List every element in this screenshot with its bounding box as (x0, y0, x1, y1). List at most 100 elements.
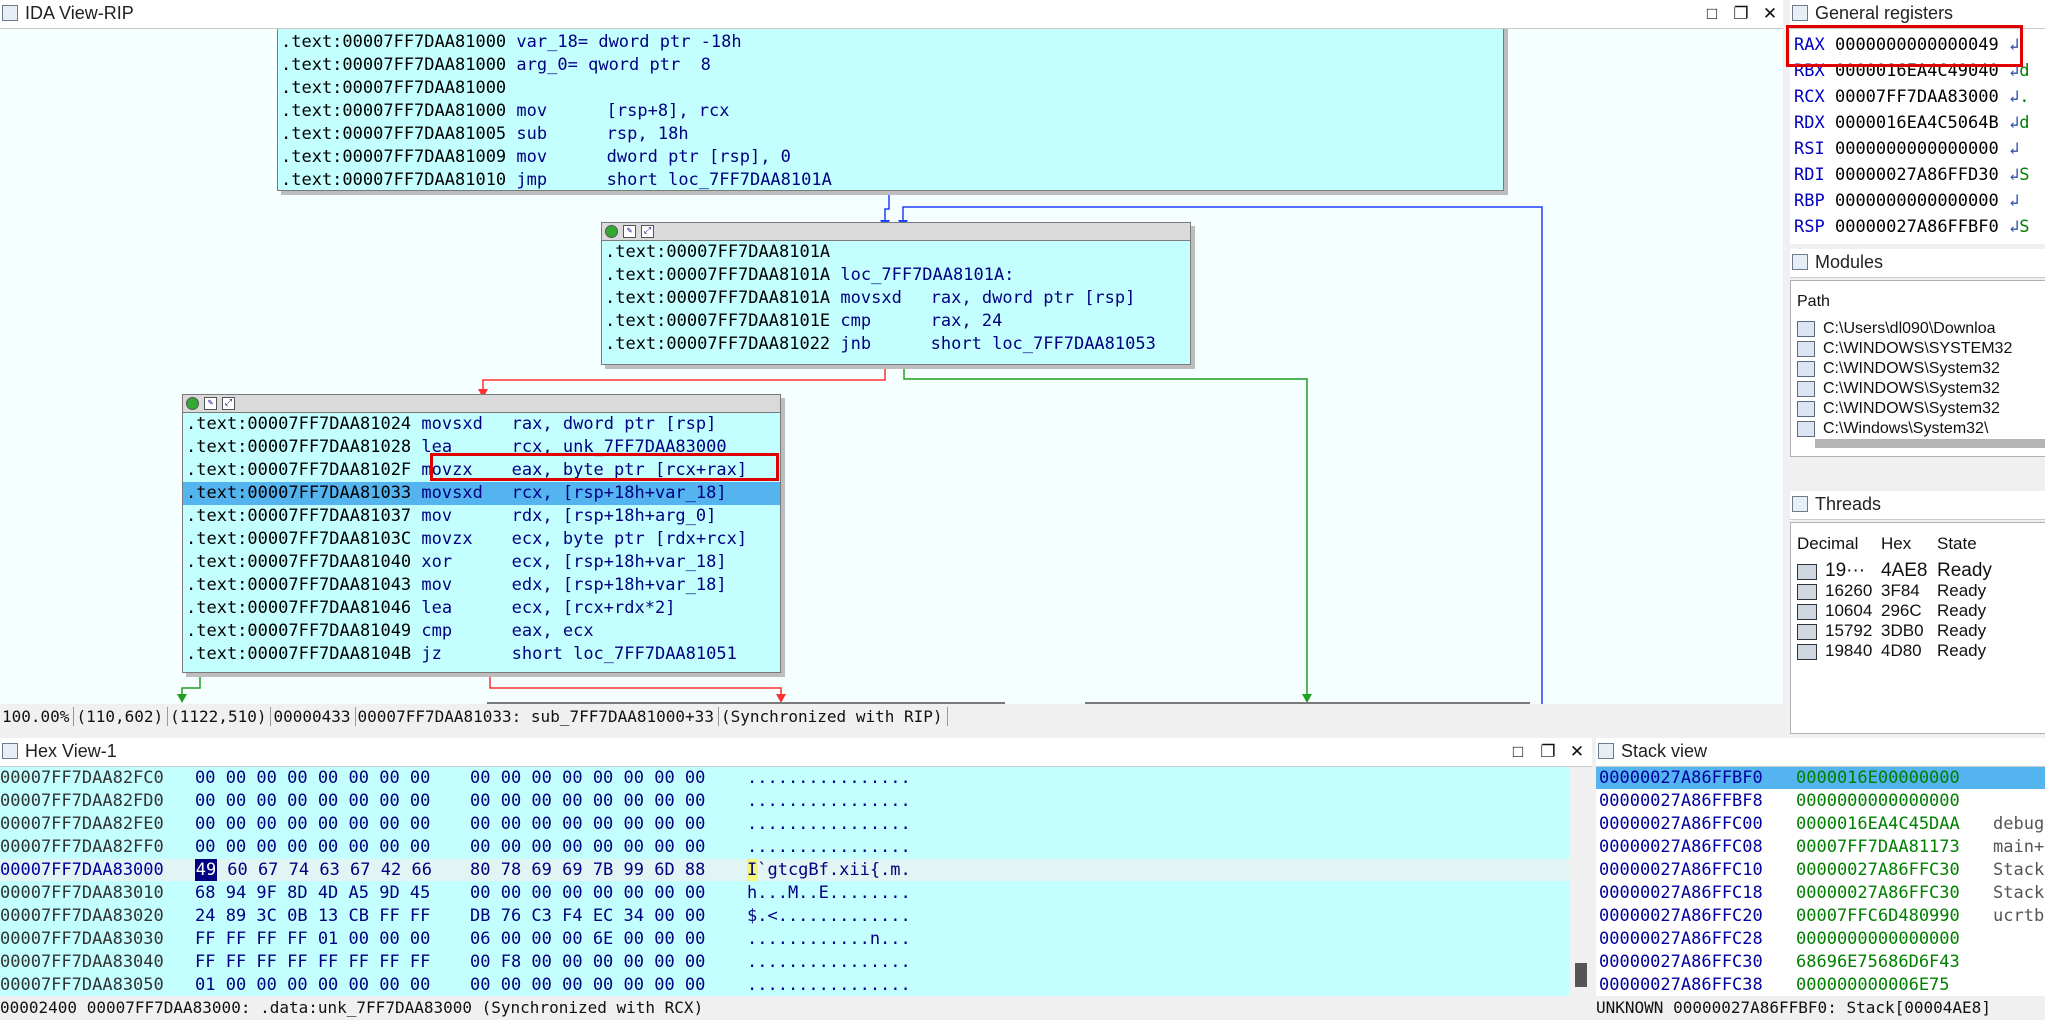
hex-row[interactable]: 00007FF7DAA82FC0 00 00 00 00 00 00 00 00 0… (0, 767, 1570, 789)
code-line[interactable]: .text:00007FF7DAA81046 lea ecx, [rcx+rdx… (183, 597, 780, 620)
thread-decimal[interactable]: 19840 (1825, 641, 1872, 661)
register-value[interactable]: 0000016EA4C5064B (1835, 113, 1999, 133)
threads-column-hex[interactable]: Hex (1881, 534, 1911, 554)
code-line[interactable]: .text:00007FF7DAA8101A (602, 241, 1190, 264)
thread-decimal[interactable]: 19··· (1825, 561, 1865, 581)
code-line[interactable]: .text:00007FF7DAA81033 movsxd rcx, [rsp+… (183, 482, 780, 505)
code-line[interactable]: .text:00007FF7DAA8101A loc_7FF7DAA8101A: (602, 264, 1190, 287)
module-row[interactable]: C:\WINDOWS\System32 (1797, 399, 2000, 419)
edit-icon[interactable]: ✎ (204, 397, 217, 410)
register-row[interactable]: RDX 0000016EA4C5064B ↲d (1794, 111, 2029, 136)
threads-column-decimal[interactable]: Decimal (1797, 534, 1858, 554)
stack-row[interactable]: 00000027A86FFBF8 0000000000000000 (1596, 790, 2045, 812)
hex-cursor-byte[interactable]: 49 (195, 859, 217, 881)
jump-arrow-icon[interactable]: ↲ (2009, 113, 2019, 133)
code-line[interactable]: .text:00007FF7DAA81000 var_18= dword ptr… (278, 31, 1503, 54)
stack-row[interactable]: 00000027A86FFC00 0000016EA4C45DAA debug (1596, 813, 2045, 835)
code-block-entry[interactable]: .text:00007FF7DAA81000 var_18= dword ptr… (277, 29, 1504, 191)
stack-row[interactable]: 00000027A86FFC28 0000000000000000 (1596, 928, 2045, 950)
maximize-button[interactable]: □ (1508, 742, 1528, 762)
stack-row[interactable]: 00000027A86FFC10 00000027A86FFC30 Stack (1596, 859, 2045, 881)
stack-row[interactable]: 00000027A86FFC20 00007FFC6D480990 ucrtb (1596, 905, 2045, 927)
maximize-button[interactable]: □ (1702, 4, 1722, 24)
edit-icon[interactable]: ✎ (623, 225, 636, 238)
hex-view[interactable]: 00007FF7DAA82FC0 00 00 00 00 00 00 00 00 0… (0, 767, 1570, 997)
thread-decimal[interactable]: 10604 (1825, 601, 1872, 621)
code-line[interactable]: .text:00007FF7DAA81000 arg_0= qword ptr … (278, 54, 1503, 77)
graph-icon[interactable]: ⤢ (641, 225, 654, 238)
graph-icon[interactable]: ⤢ (222, 397, 235, 410)
code-line[interactable]: .text:00007FF7DAA81037 mov rdx, [rsp+18h… (183, 505, 780, 528)
thread-hex[interactable]: 3F84 (1881, 581, 1920, 601)
code-line[interactable]: .text:00007FF7DAA81049 cmp eax, ecx (183, 620, 780, 643)
module-row[interactable]: C:\WINDOWS\SYSTEM32 (1797, 339, 2012, 359)
code-line[interactable]: .text:00007FF7DAA81000 mov [rsp+8], rcx (278, 100, 1503, 123)
thread-state[interactable]: Ready (1937, 561, 1992, 581)
module-row[interactable]: C:\WINDOWS\System32 (1797, 359, 2000, 379)
register-value[interactable]: 0000000000000000 (1835, 191, 1999, 211)
register-value[interactable]: 00007FF7DAA83000 (1835, 87, 1999, 107)
thread-hex[interactable]: 3DB0 (1881, 621, 1924, 641)
color-icon[interactable] (605, 225, 618, 238)
hex-row[interactable]: 00007FF7DAA83030 FF FF FF FF 01 00 00 00 0… (0, 928, 1570, 950)
code-line[interactable]: .text:00007FF7DAA81040 xor ecx, [rsp+18h… (183, 551, 780, 574)
code-line[interactable]: .text:00007FF7DAA8101E cmp rax, 24 (602, 310, 1190, 333)
threads-column-state[interactable]: State (1937, 534, 1977, 554)
close-button[interactable]: ✕ (1760, 4, 1780, 24)
stack-row[interactable]: 00000027A86FFC30 68696E75686D6F43 (1596, 951, 2045, 973)
threads-panel[interactable]: Decimal Hex State 19··· 4AE8 Ready 16260 3F8… (1790, 522, 2045, 734)
register-row[interactable]: RCX 00007FF7DAA83000 ↲. (1794, 85, 2029, 110)
module-row[interactable]: C:\WINDOWS\System32 (1797, 379, 2000, 399)
code-line[interactable]: .text:00007FF7DAA81043 mov edx, [rsp+18h… (183, 574, 780, 597)
hex-scrollbar-thumb[interactable] (1575, 963, 1587, 987)
register-value[interactable]: 00000027A86FFD30 (1835, 165, 1999, 185)
hex-row[interactable]: 00007FF7DAA83040 FF FF FF FF FF FF FF FF 0… (0, 951, 1570, 973)
module-row[interactable]: C:\Windows\System32\ (1797, 419, 1988, 439)
code-line[interactable]: .text:00007FF7DAA8101A movsxd rax, dword… (602, 287, 1190, 310)
graph-view[interactable]: .text:00007FF7DAA81000 var_18= dword ptr… (0, 29, 1783, 704)
jump-arrow-icon[interactable]: ↲ (2009, 217, 2019, 237)
hex-row[interactable]: 00007FF7DAA82FD0 00 00 00 00 00 00 00 00 0… (0, 790, 1570, 812)
thread-decimal[interactable]: 15792 (1825, 621, 1872, 641)
hex-row[interactable]: 00007FF7DAA83000 49 60 67 74 63 67 42 66 8… (0, 859, 1570, 881)
code-line[interactable]: .text:00007FF7DAA8104B jz short loc_7FF7… (183, 643, 780, 666)
stack-row[interactable]: 00000027A86FFC38 000000000006E75 (1596, 974, 2045, 996)
color-icon[interactable] (186, 397, 199, 410)
thread-state[interactable]: Ready (1937, 641, 1986, 661)
hex-row[interactable]: 00007FF7DAA82FF0 00 00 00 00 00 00 00 00 0… (0, 836, 1570, 858)
code-line[interactable]: .text:00007FF7DAA81009 mov dword ptr [rs… (278, 146, 1503, 169)
hex-row[interactable]: 00007FF7DAA83010 68 94 9F 8D 4D A5 9D 45 0… (0, 882, 1570, 904)
code-block-loop-header[interactable]: ✎ ⤢ .text:00007FF7DAA8101A .text:00007FF… (601, 222, 1191, 365)
hex-row[interactable]: 00007FF7DAA82FE0 00 00 00 00 00 00 00 00 0… (0, 813, 1570, 835)
register-value[interactable]: 0000000000000000 (1835, 139, 1999, 159)
jump-arrow-icon[interactable]: ↲ (2009, 87, 2019, 107)
code-line[interactable]: .text:00007FF7DAA81005 sub rsp, 18h (278, 123, 1503, 146)
stack-row[interactable]: 00000027A86FFC18 00000027A86FFC30 Stack (1596, 882, 2045, 904)
thread-hex[interactable]: 4D80 (1881, 641, 1922, 661)
hex-row[interactable]: 00007FF7DAA83020 24 89 3C 0B 13 CB FF FF D… (0, 905, 1570, 927)
thread-hex[interactable]: 296C (1881, 601, 1922, 621)
hex-row[interactable]: 00007FF7DAA83050 01 00 00 00 00 00 00 00 0… (0, 974, 1570, 996)
modules-panel[interactable]: Path C:\Users\dl090\Downloa C:\WINDOWS\SY… (1790, 280, 2045, 457)
restore-button[interactable]: ❐ (1731, 4, 1751, 24)
thread-state[interactable]: Ready (1937, 601, 1986, 621)
restore-button[interactable]: ❐ (1538, 742, 1558, 762)
stack-row[interactable]: 00000027A86FFBF0 0000016E00000000 (1596, 767, 2045, 789)
jump-arrow-icon[interactable]: ↲ (2009, 191, 2019, 211)
thread-state[interactable]: Ready (1937, 621, 1986, 641)
code-line[interactable]: .text:00007FF7DAA81010 jmp short loc_7FF… (278, 169, 1503, 192)
register-row[interactable]: RDI 00000027A86FFD30 ↲S (1794, 163, 2029, 188)
register-row[interactable]: RSP 00000027A86FFBF0 ↲S (1794, 215, 2029, 240)
code-line[interactable]: .text:00007FF7DAA81000 (278, 77, 1503, 100)
stack-view[interactable]: 00000027A86FFBF0 0000016E00000000 00000027… (1596, 767, 2045, 997)
register-row[interactable]: RBP 0000000000000000 ↲ (1794, 189, 2019, 214)
thread-decimal[interactable]: 16260 (1825, 581, 1872, 601)
jump-arrow-icon[interactable]: ↲ (2009, 165, 2019, 185)
code-line[interactable]: .text:00007FF7DAA81024 movsxd rax, dword… (183, 413, 780, 436)
thread-state[interactable]: Ready (1937, 581, 1986, 601)
register-row[interactable]: RSI 0000000000000000 ↲ (1794, 137, 2019, 162)
module-row[interactable]: C:\Users\dl090\Downloa (1797, 319, 1996, 339)
modules-scrollbar[interactable] (1815, 439, 2045, 448)
jump-arrow-icon[interactable]: ↲ (2009, 139, 2019, 159)
thread-hex[interactable]: 4AE8 (1881, 561, 1927, 581)
